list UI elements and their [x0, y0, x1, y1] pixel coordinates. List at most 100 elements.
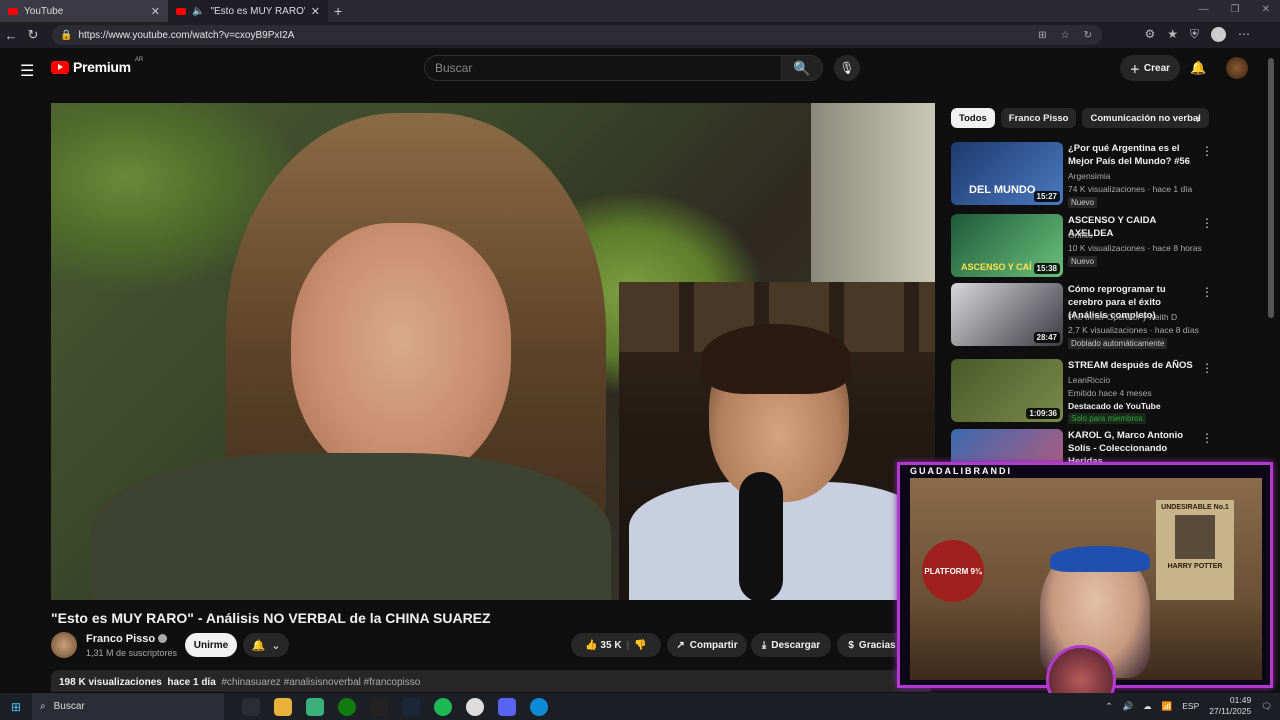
menu-dots-icon[interactable]: ⋯ [1238, 27, 1250, 42]
video-thumbnail[interactable]: 1:09:36 [951, 359, 1063, 422]
chevron-right-icon[interactable]: › [1196, 111, 1200, 126]
obs-icon[interactable] [466, 697, 484, 716]
verified-icon [158, 634, 168, 643]
youtube-play-icon [51, 60, 69, 74]
channel-name-wrap[interactable]: Franco Pisso [86, 633, 168, 645]
share-icon: ↗ [676, 639, 685, 651]
woman-face [291, 223, 511, 483]
recommendation-item[interactable]: 1:09:36 STREAM después de AÑOS LeanRicci… [951, 359, 1213, 427]
more-vert-icon[interactable]: ⋮ [1201, 361, 1213, 375]
refresh-page-icon[interactable]: ↻ [1084, 30, 1092, 41]
user-avatar[interactable] [1226, 57, 1248, 79]
system-tray: ⌃ 🔊 ☁ 📶 ESP 01:49 27/11/2025 🗨 [1105, 695, 1272, 717]
file-explorer-icon[interactable] [274, 697, 292, 716]
video-thumbnail[interactable]: ASCENSO Y CAÍ 15:38 [951, 214, 1063, 277]
spotify-icon[interactable] [434, 697, 452, 716]
create-button[interactable]: ＋ Crear [1120, 55, 1180, 81]
join-button[interactable]: Unirme [185, 633, 237, 657]
close-tab-icon[interactable]: ✕ [151, 5, 160, 18]
volume-icon[interactable]: 🔊 [1123, 701, 1134, 712]
discord-icon[interactable] [498, 697, 516, 716]
speaker-icon[interactable]: 🔈 [192, 6, 204, 17]
podcast-microphone [739, 472, 783, 600]
task-view-icon[interactable] [242, 697, 260, 716]
tab-video[interactable]: 🔈 "Esto es MUY RARO" - Análi ✕ [168, 0, 328, 22]
share-label: Compartir [689, 639, 738, 651]
close-window-icon[interactable]: ✕ [1262, 4, 1270, 15]
subscription-bell-button[interactable]: 🔔 ⌄ [243, 633, 289, 657]
shield-icon[interactable]: ⛨ [1190, 27, 1199, 42]
restore-icon[interactable]: ❐ [1231, 4, 1240, 15]
description-box[interactable]: 198 K visualizaciones hace 1 día #chinas… [51, 670, 931, 692]
country-code: AR [134, 57, 144, 63]
recommendation-item[interactable]: KAROL G, Marco Antonio Solís - Coleccion… [951, 429, 1213, 465]
onedrive-icon[interactable]: ☁ [1143, 701, 1152, 712]
video-thumbnail[interactable]: DEL MUNDO 15:27 [951, 142, 1063, 205]
extension-icon[interactable]: ⚙ [1144, 27, 1155, 42]
close-tab-icon[interactable]: ✕ [311, 5, 320, 18]
rec-meta: 10 K visualizaciones · hace 8 horas [1068, 243, 1202, 253]
notifications-icon[interactable]: 🗨 [1261, 701, 1272, 712]
tab-label: YouTube [24, 5, 64, 17]
video-player[interactable] [51, 103, 935, 600]
hamburger-menu-icon[interactable]: ☰ [20, 61, 34, 81]
windows-start-icon[interactable]: ⊞ [0, 700, 32, 714]
refresh-icon[interactable]: ↻ [22, 27, 44, 43]
thanks-label: Gracias [858, 639, 896, 651]
steam-icon[interactable] [402, 697, 420, 716]
recommendation-item[interactable]: 28:47 Cómo reprogramar tu cerebro para e… [951, 283, 1213, 351]
favorites-icon[interactable]: ★ [1167, 27, 1178, 42]
page-scrollbar[interactable] [1268, 58, 1274, 318]
rec-meta: 2,7 K visualizaciones · hace 8 días [1068, 325, 1199, 335]
profile-icon[interactable] [1211, 27, 1226, 42]
language-indicator[interactable]: ESP [1182, 701, 1199, 711]
chevron-up-icon[interactable]: ⌃ [1105, 701, 1112, 712]
dislike-icon[interactable]: 👎 [634, 640, 646, 651]
search-button[interactable]: 🔍 [781, 55, 823, 81]
man-hair [701, 324, 851, 394]
back-icon[interactable]: ← [0, 28, 22, 43]
more-vert-icon[interactable]: ⋮ [1201, 144, 1213, 158]
clock[interactable]: 01:49 27/11/2025 [1209, 695, 1251, 717]
new-tab-icon[interactable]: + [334, 3, 342, 19]
more-vert-icon[interactable]: ⋮ [1201, 431, 1213, 445]
like-button[interactable]: 👍 35 K [585, 640, 621, 651]
favorite-star-icon[interactable]: ☆ [1061, 30, 1070, 41]
chip-franco-pisso[interactable]: Franco Pisso [1000, 108, 1077, 128]
streamer-name: GUADALIBRANDI [910, 466, 1012, 476]
curtain-background [811, 103, 935, 283]
download-button[interactable]: ⤓ Descargar [751, 633, 831, 657]
taskbar-search[interactable]: ⌕ Buscar [32, 693, 224, 720]
minimize-icon[interactable]: — [1199, 4, 1209, 15]
store-icon[interactable] [306, 697, 324, 716]
hashtags[interactable]: #chinasuarez #analisisnoverbal #francopi… [221, 677, 420, 688]
lock-icon: 🔒 [60, 29, 73, 41]
youtube-header: ☰ Premium AR Buscar 🔍 🎙 ＋ Crear 🔔 [0, 48, 1280, 88]
thanks-icon: $ [848, 639, 854, 651]
edge-icon[interactable] [530, 697, 548, 716]
duration: 15:38 [1033, 263, 1060, 274]
share-button[interactable]: ↗ Compartir [667, 633, 747, 657]
more-vert-icon[interactable]: ⋮ [1201, 216, 1213, 230]
members-only-badge: Solo para miembros [1068, 413, 1146, 424]
recommendation-item[interactable]: DEL MUNDO 15:27 ¿Por qué Argentina es el… [951, 142, 1213, 210]
video-thumbnail[interactable] [951, 429, 1063, 465]
youtube-logo[interactable]: Premium AR [51, 57, 144, 75]
epic-games-icon[interactable] [370, 697, 388, 716]
chevron-down-icon: ⌄ [271, 639, 281, 652]
channel-avatar[interactable] [51, 632, 77, 658]
wifi-icon[interactable]: 📶 [1162, 701, 1173, 712]
xbox-icon[interactable] [338, 697, 356, 716]
notifications-bell-icon[interactable]: 🔔 [1190, 60, 1206, 76]
more-vert-icon[interactable]: ⋮ [1201, 285, 1213, 299]
duration: 28:47 [1033, 332, 1060, 343]
chip-nonverbal[interactable]: Comunicación no verbal [1082, 108, 1209, 128]
url-field[interactable]: 🔒 https://www.youtube.com/watch?v=cxoyB9… [52, 25, 1102, 45]
search-input[interactable]: Buscar [424, 55, 782, 81]
apps-icon[interactable]: ⊞ [1038, 30, 1046, 41]
video-thumbnail[interactable]: 28:47 [951, 283, 1063, 346]
voice-search-button[interactable]: 🎙 [834, 55, 860, 81]
tab-youtube[interactable]: YouTube ✕ [0, 0, 168, 22]
recommendation-item[interactable]: ASCENSO Y CAÍ 15:38 ASCENSO Y CAIDA AXEL… [951, 214, 1213, 282]
chip-all[interactable]: Todos [951, 108, 995, 128]
